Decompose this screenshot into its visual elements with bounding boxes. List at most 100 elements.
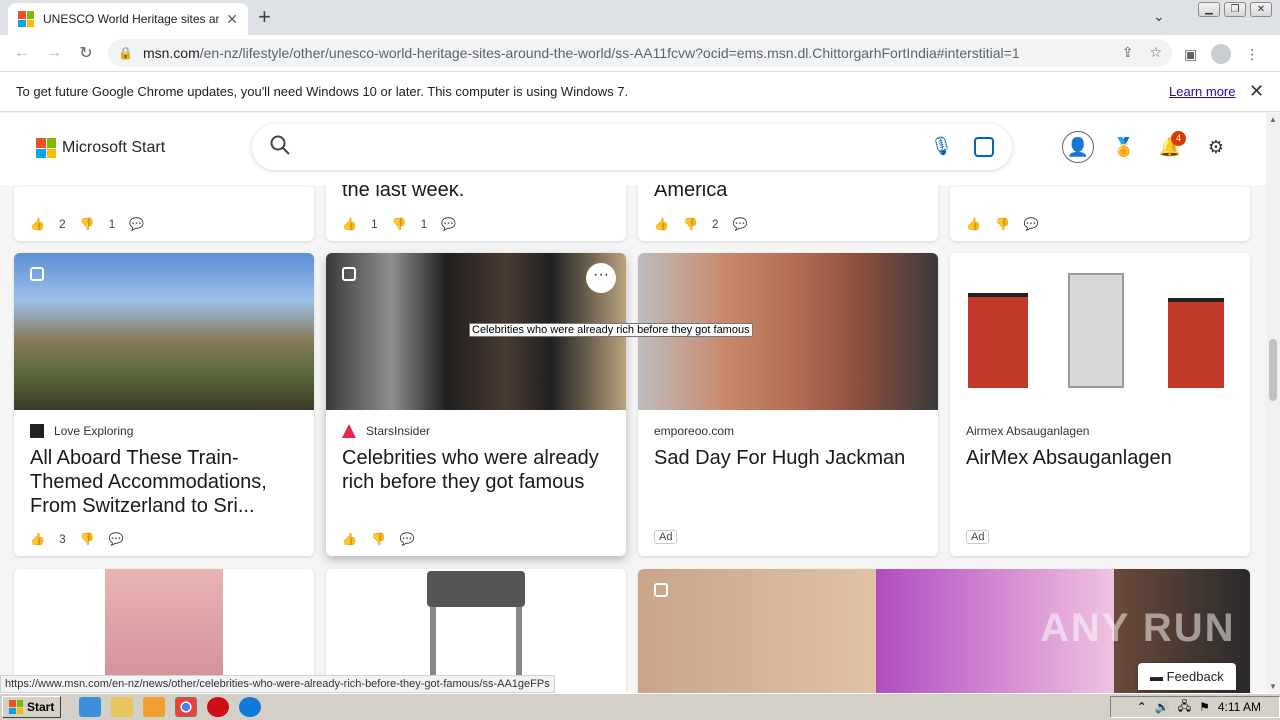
back-arrow-icon[interactable]: ← <box>6 44 38 62</box>
like-icon[interactable]: 👍 <box>966 217 981 231</box>
windows-taskbar: Start ⌃ 🔊 🖧 ⚑ 4:11 AM <box>0 693 1280 720</box>
more-options-button[interactable]: ··· <box>586 263 616 293</box>
scroll-down-icon[interactable]: ▼ <box>1269 682 1277 691</box>
comment-icon[interactable]: 💬 <box>1024 217 1039 231</box>
dislike-icon[interactable]: 👎 <box>80 217 95 231</box>
search-input[interactable]: 🎙 <box>252 124 1012 170</box>
tooltip: Celebrities who were already rich before… <box>469 323 753 337</box>
learn-more-link[interactable]: Learn more <box>1169 84 1235 99</box>
feedback-button[interactable]: ▬ Feedback <box>1138 663 1236 690</box>
start-label: Start <box>27 700 55 714</box>
scroll-up-icon[interactable]: ▲ <box>1269 115 1277 124</box>
dislike-icon[interactable]: 👎 <box>995 217 1010 231</box>
profile-avatar-icon[interactable] <box>1211 44 1232 64</box>
network-icon[interactable]: 🖧 <box>1178 697 1191 718</box>
reload-icon[interactable]: ↻ <box>70 43 102 63</box>
microsoft-start-logo[interactable]: Microsoft Start <box>36 138 165 158</box>
settings-gear-icon[interactable]: ⚙ <box>1200 131 1232 163</box>
like-icon[interactable]: 👍 <box>654 217 669 231</box>
like-icon[interactable]: 👍 <box>342 217 357 231</box>
top-card-4[interactable]: 👍 👎 💬 <box>950 186 1250 241</box>
minimize-button[interactable]: ▁ <box>1198 2 1220 17</box>
forward-arrow-icon[interactable]: → <box>38 44 70 62</box>
tab-title: UNESCO World Heritage sites around the w… <box>43 12 219 26</box>
notifications-bell-icon[interactable]: 🔔 4 <box>1154 131 1186 163</box>
tab-strip: UNESCO World Heritage sites around the w… <box>0 0 1280 35</box>
media-player-icon[interactable] <box>143 697 166 717</box>
edge-icon[interactable] <box>239 697 262 717</box>
gallery-icon <box>30 267 44 281</box>
headline[interactable]: Celebrities who were already rich before… <box>342 446 612 494</box>
account-icon[interactable]: 👤 <box>1062 131 1094 163</box>
ad-badge: Ad <box>654 530 678 544</box>
source-name: Airmex Absauganlagen <box>966 424 1090 438</box>
top-card-1[interactable]: 👍 2 👎 1 💬 <box>14 186 314 241</box>
flag-icon[interactable]: ⚑ <box>1199 700 1210 714</box>
share-icon[interactable]: ⇪ <box>1122 44 1134 61</box>
new-tab-button[interactable]: + <box>258 6 271 28</box>
window-controls: ▁ ❐ ✕ <box>1198 2 1272 17</box>
tray-expand-icon[interactable]: ⌃ <box>1137 700 1147 714</box>
rewards-icon[interactable]: 🏅 <box>1108 131 1140 163</box>
start-button[interactable]: Start <box>2 696 62 718</box>
search-icon <box>270 135 290 155</box>
headline[interactable]: AirMex Absauganlagen <box>966 446 1236 470</box>
dislike-icon[interactable]: 👎 <box>683 217 698 231</box>
browser-toolbar: ← → ↻ 🔒 msn.com/en-nz/lifestyle/other/un… <box>0 35 1280 71</box>
comment-icon[interactable]: 💬 <box>441 217 456 231</box>
visual-search-icon[interactable] <box>974 137 994 157</box>
browser-tab[interactable]: UNESCO World Heritage sites around the w… <box>8 3 248 35</box>
comment-icon[interactable]: 💬 <box>109 532 124 546</box>
opera-icon[interactable] <box>207 697 230 717</box>
celebrity-face-image <box>638 569 876 693</box>
source-name: emporeoo.com <box>654 424 735 438</box>
bookmark-star-icon[interactable]: ☆ <box>1149 44 1162 61</box>
article-card[interactable]: Love Exploring All Aboard These Train-Th… <box>14 253 314 556</box>
ad-card[interactable]: emporeoo.com Sad Day For Hugh Jackman Ad <box>638 253 938 556</box>
tab-search-chevron-icon[interactable]: ⌄ <box>1153 8 1165 25</box>
headline[interactable]: All Aboard These Train-Themed Accommodat… <box>30 446 300 518</box>
microsoft-logo-icon <box>36 138 56 158</box>
like-icon[interactable]: 👍 <box>30 217 45 231</box>
lock-icon: 🔒 <box>118 46 133 60</box>
source-name: StarsInsider <box>366 424 431 438</box>
ie-icon[interactable] <box>79 697 102 717</box>
source-name: Love Exploring <box>54 424 134 438</box>
volume-icon[interactable]: 🔊 <box>1155 700 1170 714</box>
gallery-icon <box>654 583 668 597</box>
vertical-scrollbar[interactable]: ▲ ▼ <box>1266 113 1280 693</box>
close-window-button[interactable]: ✕ <box>1250 2 1272 17</box>
notification-badge: 4 <box>1171 131 1186 146</box>
ad-card[interactable]: Airmex Absauganlagen AirMex Absauganlage… <box>950 253 1250 556</box>
infobar-close-icon[interactable]: ✕ <box>1249 81 1264 102</box>
windows-logo-icon <box>9 700 23 714</box>
source-logo-icon <box>342 424 356 438</box>
comment-icon[interactable]: 💬 <box>400 532 415 546</box>
scrollbar-thumb[interactable] <box>1269 339 1277 401</box>
like-icon[interactable]: 👍 <box>342 532 357 546</box>
comment-icon[interactable]: 💬 <box>129 217 144 231</box>
like-count: 1 <box>370 217 378 231</box>
restore-button[interactable]: ❐ <box>1224 2 1246 17</box>
comment-icon[interactable]: 💬 <box>733 217 748 231</box>
chrome-icon[interactable] <box>175 697 198 717</box>
logo-text: Microsoft Start <box>62 139 166 156</box>
explorer-folder-icon[interactable] <box>111 697 134 717</box>
microphone-icon[interactable]: 🎙 <box>930 136 953 157</box>
tab-close-icon[interactable]: ✕ <box>226 11 238 28</box>
clock[interactable]: 4:11 AM <box>1218 700 1261 714</box>
article-card[interactable]: ··· StarsInsider Celebrities who were al… <box>326 253 626 556</box>
feedback-label: Feedback <box>1166 669 1224 684</box>
menu-kebab-icon[interactable]: ⋮ <box>1245 46 1259 63</box>
dislike-icon[interactable]: 👎 <box>392 217 407 231</box>
like-icon[interactable]: 👍 <box>30 532 45 546</box>
like-count: 3 <box>58 532 66 546</box>
address-bar[interactable]: 🔒 msn.com/en-nz/lifestyle/other/unesco-w… <box>108 39 1172 67</box>
dislike-icon[interactable]: 👎 <box>80 532 95 546</box>
dislike-icon[interactable]: 👎 <box>371 532 386 546</box>
side-panel-icon[interactable]: ▣ <box>1184 46 1197 63</box>
like-count: 2 <box>58 217 66 231</box>
msn-favicon-icon <box>18 11 34 27</box>
headline[interactable]: Sad Day For Hugh Jackman <box>654 446 924 470</box>
dislike-count: 2 <box>711 217 719 231</box>
